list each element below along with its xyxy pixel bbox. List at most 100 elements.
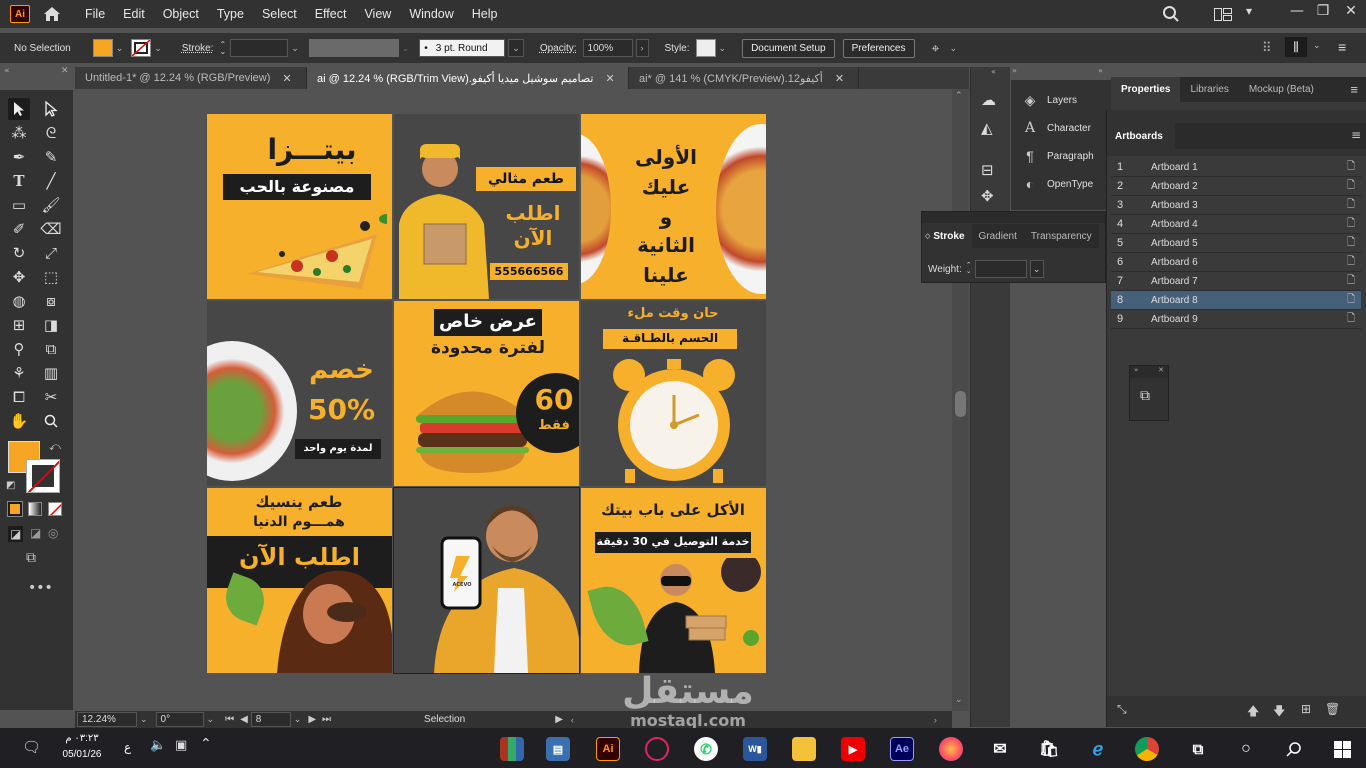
chevron-down-icon[interactable]: ⌄ <box>294 714 302 725</box>
paintbrush-tool-icon[interactable]: 🖌 <box>40 194 62 216</box>
volume-icon[interactable]: 🔈 <box>150 738 166 753</box>
chevron-down-icon[interactable]: ⌄ <box>1029 260 1044 278</box>
chevron-down-icon[interactable]: ⌄ <box>402 43 410 54</box>
opentype-panel-tab[interactable]: ◐ OpenType <box>1021 176 1093 192</box>
artboard-row[interactable]: 9 Artboard 9 🗋 <box>1111 310 1361 329</box>
menu-edit[interactable]: Edit <box>114 7 154 21</box>
tab-libraries[interactable]: Libraries <box>1180 77 1238 102</box>
rotate-tool-icon[interactable]: ↻ <box>8 242 30 264</box>
direct-selection-tool-icon[interactable] <box>40 98 62 120</box>
artboard-name[interactable]: Artboard 7 <box>1151 276 1341 287</box>
grid-menu-icon[interactable]: ⠿ <box>1262 40 1272 56</box>
artboard-name[interactable]: Artboard 9 <box>1151 314 1341 325</box>
minimize-button[interactable]: — <box>1283 0 1311 22</box>
chevron-down-icon[interactable]: ⌄ <box>154 43 162 54</box>
weight-input[interactable] <box>974 260 1027 278</box>
input-language[interactable]: ع <box>124 740 131 754</box>
slice-tool-icon[interactable]: ✂ <box>40 386 62 408</box>
collapse-panel-icon[interactable]: « <box>991 67 996 76</box>
artboard-options-icon[interactable]: 🗋 <box>1341 197 1361 214</box>
chevron-down-icon[interactable]: ⌄ <box>719 43 727 54</box>
selection-tool-icon[interactable] <box>8 98 30 120</box>
artboard-9[interactable]: الأكل على باب بيتك خدمة التوصيل في 30 دق… <box>581 488 766 673</box>
artboard-6[interactable]: حان وقت ملء الحسم بالطـاقـة <box>581 301 766 486</box>
new-artboard-icon[interactable]: ⊞ <box>1301 702 1311 716</box>
draw-inside-icon[interactable]: ◎ <box>48 526 58 540</box>
pen-tool-icon[interactable]: ✒ <box>8 146 30 168</box>
appearance-panel-icon[interactable]: ☁ <box>981 91 996 109</box>
document-setup-button[interactable]: Document Setup <box>742 38 835 58</box>
tab-untitled[interactable]: Untitled-1* @ 12.24 % (RGB/Preview) ✕ <box>75 67 307 89</box>
chevron-down-icon[interactable]: ⌄ <box>291 43 299 54</box>
edit-toolbar-icon[interactable]: ••• <box>28 580 53 596</box>
stroke-weight-input[interactable] <box>230 39 289 57</box>
collapse-panel-icon[interactable]: » <box>1012 66 1017 75</box>
color-mode-icon[interactable] <box>7 501 23 517</box>
menu-view[interactable]: View <box>355 7 400 21</box>
chevron-down-icon[interactable]: ⌄ <box>950 43 958 54</box>
move-down-icon[interactable]: 🡇 <box>1273 702 1285 723</box>
artboard-options-icon[interactable]: 🗋 <box>1341 235 1361 252</box>
chevron-up-icon[interactable]: ⌃ <box>200 736 212 752</box>
tab-akivo12[interactable]: أكيفو12.ai* @ 141 % (CMYK/Preview) ✕ <box>629 67 859 89</box>
artboard-name[interactable]: Artboard 2 <box>1151 181 1341 192</box>
vertical-scrollbar[interactable]: ⌃ ⌄ <box>952 89 969 711</box>
artboard-1[interactable]: بيتـــزا مصنوعة بالحب <box>207 114 392 299</box>
close-icon[interactable]: ✕ <box>606 72 615 85</box>
network-icon[interactable]: ▣ <box>175 738 187 753</box>
close-window-button[interactable]: ✕ <box>1337 0 1365 22</box>
screen-mode-icon[interactable]: ⧉ <box>26 550 36 566</box>
shape-builder-tool-icon[interactable]: ◍ <box>8 290 30 312</box>
artboard-options-icon[interactable]: 🗋 <box>1341 311 1361 328</box>
menu-file[interactable]: File <box>76 7 114 21</box>
artboard-options-icon[interactable]: 🗋 <box>1341 254 1361 271</box>
symbol-sprayer-tool-icon[interactable]: ⚘ <box>8 362 30 384</box>
draw-behind-icon[interactable]: ◪ <box>30 526 41 540</box>
gradient-mode-icon[interactable] <box>28 502 42 516</box>
tab-transparency[interactable]: Transparency <box>1023 224 1099 248</box>
brush-definition[interactable]: • 3 pt. Round <box>419 39 506 57</box>
lasso-tool-icon[interactable]: ᘓ <box>40 122 62 144</box>
artboard-name[interactable]: Artboard 6 <box>1151 257 1341 268</box>
taskbar-search-icon[interactable] <box>1282 737 1306 761</box>
type-tool-icon[interactable]: T <box>8 170 30 192</box>
weight-stepper[interactable]: ⌃ ⌄ <box>966 262 972 275</box>
artboard-row-selected[interactable]: 8 Artboard 8 🗋 <box>1111 291 1361 310</box>
tab-properties[interactable]: Properties <box>1111 77 1181 102</box>
artboard-name[interactable]: Artboard 1 <box>1151 162 1341 173</box>
artboard-3[interactable]: الأولى عليك و الثانية علينا <box>581 114 766 299</box>
firefox-icon[interactable] <box>939 737 963 761</box>
restore-button[interactable]: ❐ <box>1309 0 1337 22</box>
eyedropper-tool-icon[interactable]: ⚲ <box>8 338 30 360</box>
move-up-icon[interactable]: 🡅 <box>1247 702 1259 723</box>
artboards-panel-title[interactable]: Artboards <box>1107 123 1175 149</box>
collapse-panel-icon[interactable]: « <box>4 66 10 76</box>
rectangle-tool-icon[interactable]: ▭ <box>8 194 30 216</box>
transform-icon[interactable]: ⌖ <box>925 40 947 57</box>
swap-colors-icon[interactable]: ⤺ <box>49 440 61 454</box>
shaper-tool-icon[interactable]: ✐ <box>8 218 30 240</box>
chevron-down-icon[interactable]: ⌄ <box>140 714 148 725</box>
rearrange-artboards-icon[interactable]: ⤡ <box>1117 702 1127 717</box>
tab-gradient[interactable]: Gradient <box>971 224 1024 248</box>
magic-wand-tool-icon[interactable]: ⁂ <box>8 122 30 144</box>
artboard-options-icon[interactable]: 🗋 <box>1341 178 1361 195</box>
windows-start-icon[interactable] <box>1330 737 1354 761</box>
tab-stroke[interactable]: ◇ Stroke <box>922 224 972 248</box>
panel-menu-icon[interactable]: ≡ <box>1338 39 1346 55</box>
cortana-icon[interactable]: ○ <box>1234 737 1258 761</box>
artboard-row[interactable]: 7 Artboard 7 🗋 <box>1111 272 1361 291</box>
panel-menu-icon[interactable]: ≡ <box>1350 77 1366 102</box>
delete-artboard-icon[interactable]: 🗑 <box>1325 702 1340 716</box>
status-menu-icon[interactable]: ▶ <box>555 714 563 725</box>
artboard-options-icon[interactable]: 🗋 <box>1341 292 1361 309</box>
none-mode-icon[interactable] <box>48 502 62 516</box>
artboard-name[interactable]: Artboard 3 <box>1151 200 1341 211</box>
preferences-button[interactable]: Preferences <box>842 38 915 58</box>
zoom-level-field[interactable]: 12.24% <box>77 712 137 727</box>
youtube-icon[interactable]: ▶ <box>841 737 865 761</box>
zoom-tool-icon[interactable] <box>40 410 62 432</box>
column-graph-tool-icon[interactable]: ▥ <box>40 362 62 384</box>
panel-header[interactable] <box>922 212 1105 223</box>
illustrator-taskbar-icon[interactable]: Ai <box>596 737 620 761</box>
